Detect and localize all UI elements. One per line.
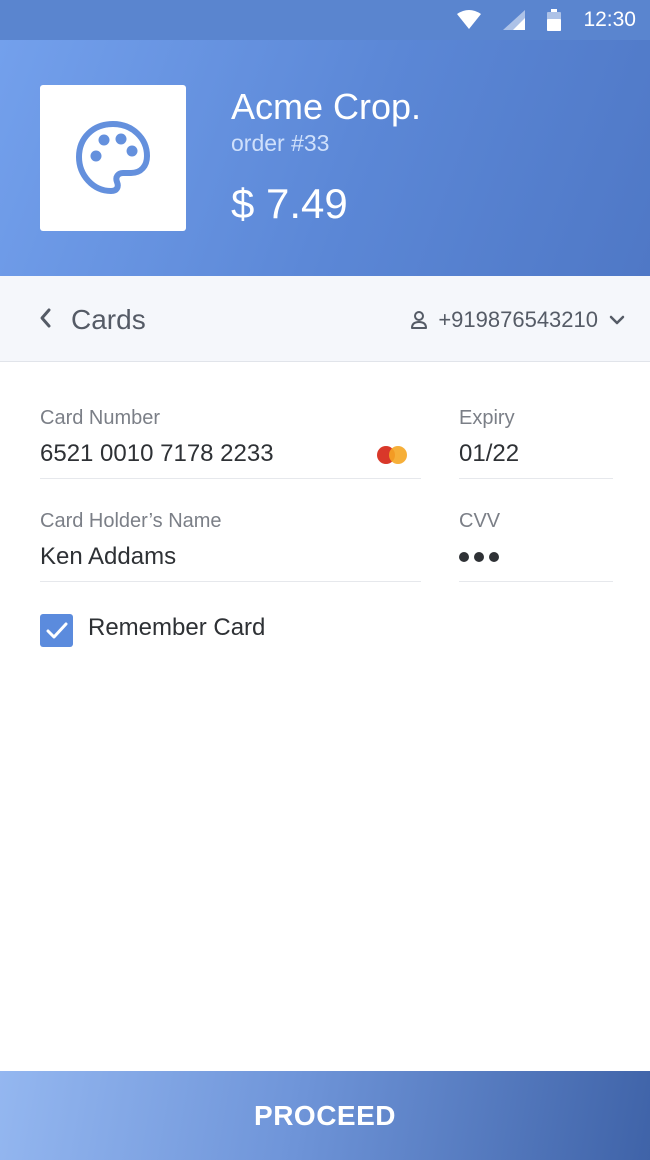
page-title[interactable]: Cards: [71, 304, 146, 336]
status-time: 12:30: [583, 8, 636, 31]
card-number-label: Card Number: [40, 407, 161, 429]
cvv-input[interactable]: [459, 552, 499, 562]
merchant-name: Acme Crop.: [231, 86, 422, 127]
cvv-underline: [459, 581, 613, 582]
phone-number: +919876543210: [438, 307, 598, 332]
order-header: Acme Crop. order #33 $ 7.49: [0, 40, 650, 276]
expiry-underline: [459, 478, 613, 479]
checkmark-icon: [46, 622, 67, 638]
order-id: order #33: [231, 130, 330, 156]
signal-icon: [503, 10, 526, 30]
card-number-underline: [40, 478, 421, 479]
cards-navbar: Cards +919876543210: [0, 276, 650, 362]
expiry-label: Expiry: [459, 407, 515, 429]
cvv-label: CVV: [459, 510, 501, 532]
account-selector[interactable]: +919876543210: [410, 307, 626, 333]
chevron-left-icon[interactable]: [38, 307, 52, 329]
merchant-logo: [40, 85, 186, 231]
card-holder-input[interactable]: Ken Addams: [40, 543, 176, 571]
remember-card-checkbox[interactable]: [40, 614, 73, 647]
proceed-button[interactable]: PROCEED: [0, 1071, 650, 1160]
card-number-input[interactable]: 6521 0010 7178 2233: [40, 440, 274, 468]
card-holder-underline: [40, 581, 421, 582]
expiry-input[interactable]: 01/22: [459, 440, 519, 468]
battery-icon: [547, 9, 562, 31]
card-holder-label: Card Holder’s Name: [40, 510, 222, 532]
order-amount: $ 7.49: [231, 180, 348, 227]
palette-icon: [76, 121, 150, 194]
mastercard-icon: [377, 445, 409, 465]
wifi-icon: [457, 10, 482, 29]
user-icon: [411, 311, 428, 329]
status-bar: 12:30: [0, 0, 650, 40]
chevron-down-icon: [609, 315, 625, 325]
remember-card-label[interactable]: Remember Card: [88, 614, 265, 642]
